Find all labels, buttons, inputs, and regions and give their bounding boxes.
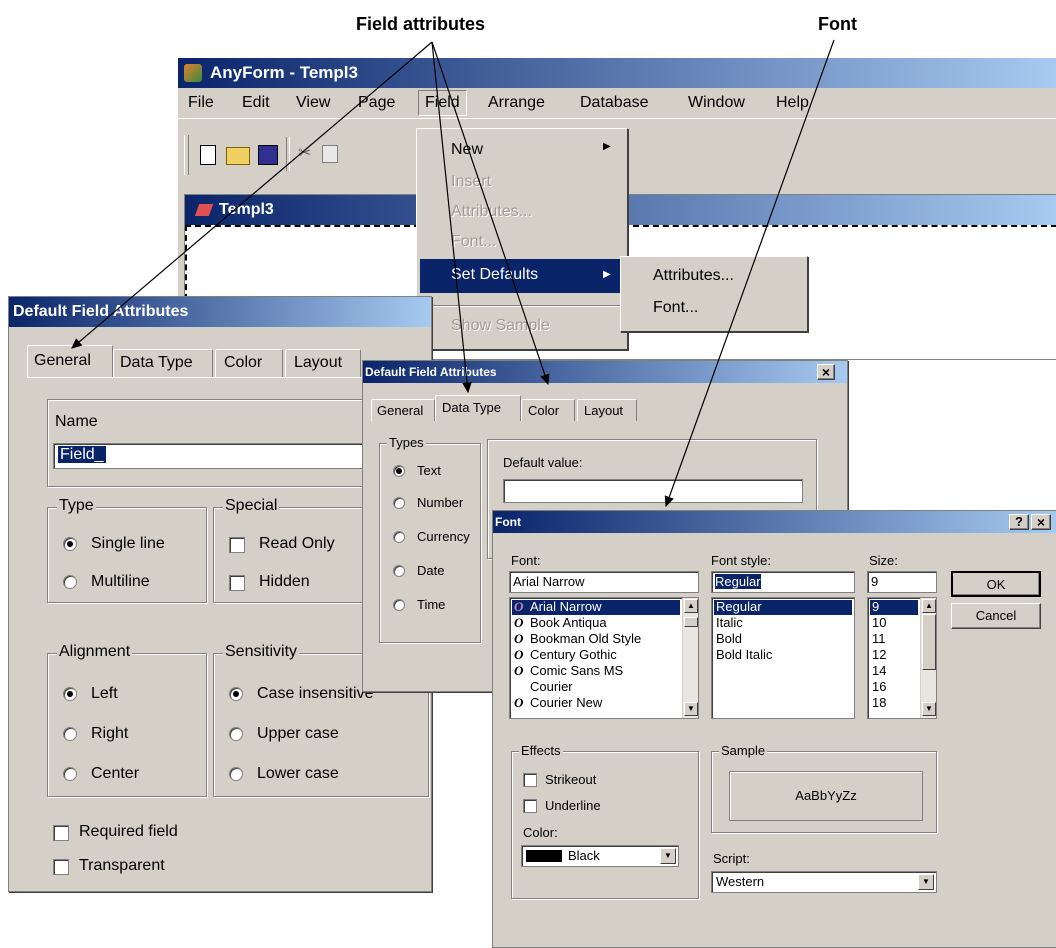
arrow-to-font-dialog	[664, 39, 835, 508]
callout-arrows	[71, 39, 835, 508]
arrow-to-general-dialog	[71, 41, 433, 349]
